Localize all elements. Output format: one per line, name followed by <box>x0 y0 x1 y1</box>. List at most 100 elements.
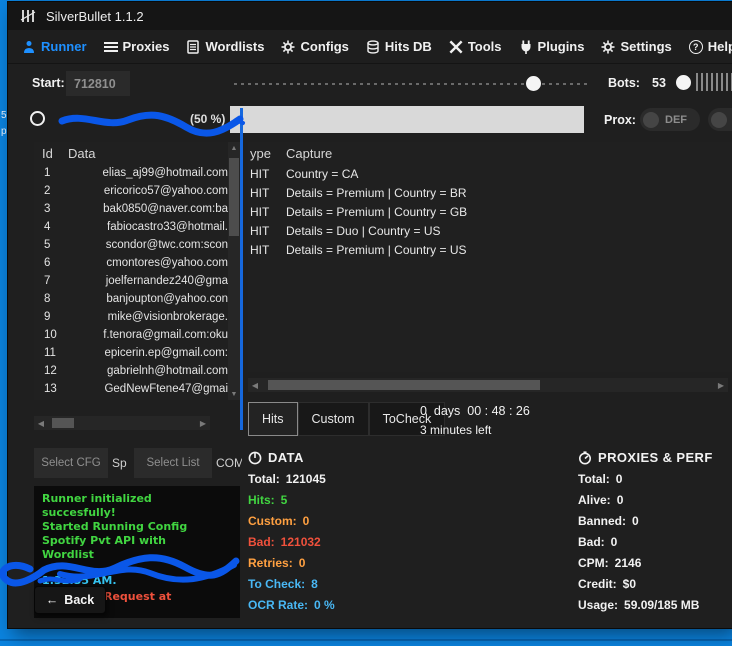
progress-percent: (50 %) <box>190 112 225 126</box>
log-line: Runner initialized succesfully! <box>42 492 192 520</box>
help-icon: ? <box>689 40 703 54</box>
table-row[interactable]: 7joelfernandez240@gma <box>34 272 240 290</box>
secondary-slider-thumb[interactable] <box>676 75 691 90</box>
table-row[interactable]: HITDetails = Premium | Country = BR <box>248 183 732 202</box>
table-row[interactable]: HITDetails = Duo | Country = US <box>248 221 732 240</box>
nav-item-label: Help <box>708 39 732 54</box>
panel-divider <box>240 108 243 430</box>
tab-hits[interactable]: Hits <box>248 402 298 436</box>
bots-label: Bots: <box>608 76 640 90</box>
nav-item-label: Settings <box>620 39 671 54</box>
table-row[interactable]: 8banjoupton@yahoo.con <box>34 290 240 308</box>
tab-custom[interactable]: Custom <box>298 402 369 436</box>
time-remaining: 3 minutes left <box>420 423 491 437</box>
bots-slider-thumb[interactable] <box>526 76 541 91</box>
column-header-id: Id <box>34 146 68 161</box>
configs-gear-icon <box>281 40 295 54</box>
proxy-toggle-partial[interactable]: C <box>708 108 732 131</box>
back-button[interactable]: ← Back <box>34 586 106 614</box>
stat-retries: Retries:0 <box>248 556 548 570</box>
toggle-knob-icon <box>643 112 659 128</box>
nav-item-configs[interactable]: Configs <box>281 39 348 54</box>
nav-item-wordlists[interactable]: Wordlists <box>186 39 264 54</box>
start-input[interactable] <box>66 71 130 96</box>
nav-item-settings[interactable]: Settings <box>601 39 671 54</box>
data-stats-title: DATA <box>268 450 304 465</box>
proxy-toggle-def[interactable]: DEF <box>640 108 700 131</box>
table-row[interactable]: 10f.tenora@gmail.com:oku <box>34 326 240 344</box>
table-row[interactable]: 5scondor@twc.com:scon <box>34 236 240 254</box>
nav-item-label: Plugins <box>538 39 585 54</box>
proxies-stats-panel: PROXIES & PERF Total:0 Alive:0 Banned:0 … <box>578 450 732 612</box>
start-label: Start: <box>32 76 65 90</box>
scrollbar-thumb[interactable] <box>229 158 239 236</box>
scroll-right-icon[interactable]: ▶ <box>714 378 728 392</box>
nav-item-help[interactable]: ? Help <box>689 39 732 54</box>
nav-item-label: Hits DB <box>385 39 432 54</box>
title-bar: SilverBullet 1.1.2 <box>8 2 732 30</box>
scroll-left-icon[interactable]: ◀ <box>248 378 262 392</box>
back-arrow-icon: ← <box>46 593 59 607</box>
data-list-panel: Id Data 1elias_aj99@hotmail.com 2ericori… <box>34 142 240 400</box>
scrollbar-thumb[interactable] <box>268 380 540 390</box>
results-tabs: Hits Custom ToCheck <box>248 402 445 436</box>
table-row[interactable]: 9mike@visionbrokerage. <box>34 308 240 326</box>
table-row[interactable]: HITCountry = CA <box>248 164 732 183</box>
runner-status-circle-icon <box>30 111 45 126</box>
select-cfg-button[interactable]: Select CFG <box>34 448 108 478</box>
nav-item-label: Proxies <box>123 39 170 54</box>
desktop-icon-text-fragment: p <box>1 126 7 137</box>
nav-item-label: Tools <box>468 39 502 54</box>
horizontal-scrollbar-left[interactable]: ◀ ▶ <box>34 416 210 430</box>
scroll-left-icon[interactable]: ◀ <box>34 416 48 430</box>
gauge-icon <box>578 451 592 465</box>
stat-cpm: CPM:2146 <box>578 556 732 570</box>
proxies-icon <box>104 40 118 54</box>
plug-icon <box>519 40 533 54</box>
table-row[interactable]: HITDetails = Premium | Country = US <box>248 240 732 259</box>
capture-header: ype Capture <box>248 142 732 164</box>
table-row[interactable]: 1elias_aj99@hotmail.com <box>34 164 240 182</box>
table-row[interactable]: 13GedNewFtene47@gmai <box>34 380 240 398</box>
stat-usage: Usage:59.09/185 MB <box>578 598 732 612</box>
bots-value: 53 <box>652 76 666 90</box>
scroll-up-icon[interactable]: ▲ <box>228 142 240 154</box>
progress-bar <box>230 106 584 133</box>
runner-icon <box>22 40 36 54</box>
table-row[interactable]: HITDetails = Premium | Country = GB <box>248 202 732 221</box>
table-row[interactable]: 11epicerin.ep@gmail.com: <box>34 344 240 362</box>
select-list-button[interactable]: Select List <box>134 448 212 478</box>
nav-item-proxies[interactable]: Proxies <box>104 39 170 54</box>
desktop-edge-line <box>0 639 732 641</box>
vertical-scrollbar[interactable]: ▲ ▼ <box>228 142 240 400</box>
main-nav: Runner Proxies Wordlists <box>8 30 732 64</box>
database-icon <box>366 40 380 54</box>
nav-item-plugins[interactable]: Plugins <box>519 39 585 54</box>
nav-item-tools[interactable]: Tools <box>449 39 502 54</box>
nav-item-label: Wordlists <box>205 39 264 54</box>
data-pie-icon <box>248 451 262 465</box>
stat-credit: Credit:$0 <box>578 577 732 591</box>
data-list-header: Id Data <box>34 142 240 164</box>
stat-proxy-total: Total:0 <box>578 472 732 486</box>
horizontal-scrollbar-right[interactable]: ◀ ▶ <box>248 378 728 392</box>
capture-panel: ype Capture HITCountry = CA HITDetails =… <box>248 142 732 372</box>
stat-tocheck: To Check:8 <box>248 577 548 591</box>
scroll-right-icon[interactable]: ▶ <box>196 416 210 430</box>
scroll-down-icon[interactable]: ▼ <box>228 388 240 400</box>
data-stats-header: DATA <box>248 450 548 465</box>
back-button-label: Back <box>64 593 94 607</box>
table-row[interactable]: 4fabiocastro33@hotmail. <box>34 218 240 236</box>
nav-item-runner[interactable]: Runner <box>22 39 87 54</box>
table-row[interactable]: 12gabrielnh@hotmail.com <box>34 362 240 380</box>
silverbullet-logo-icon <box>20 8 36 24</box>
stat-total: Total:121045 <box>248 472 548 486</box>
nav-item-hitsdb[interactable]: Hits DB <box>366 39 432 54</box>
table-row[interactable]: 2ericorico57@yahoo.com <box>34 182 240 200</box>
data-stats-panel: DATA Total:121045 Hits:5 Custom:0 Bad:12… <box>248 450 548 612</box>
scrollbar-thumb[interactable] <box>52 418 74 428</box>
app-window: SilverBullet 1.1.2 Runner Proxies Wordli… <box>8 2 732 628</box>
table-row[interactable]: 3bak0850@naver.com:ba <box>34 200 240 218</box>
column-header-type: ype <box>248 146 286 161</box>
table-row[interactable]: 6cmontores@yahoo.com <box>34 254 240 272</box>
